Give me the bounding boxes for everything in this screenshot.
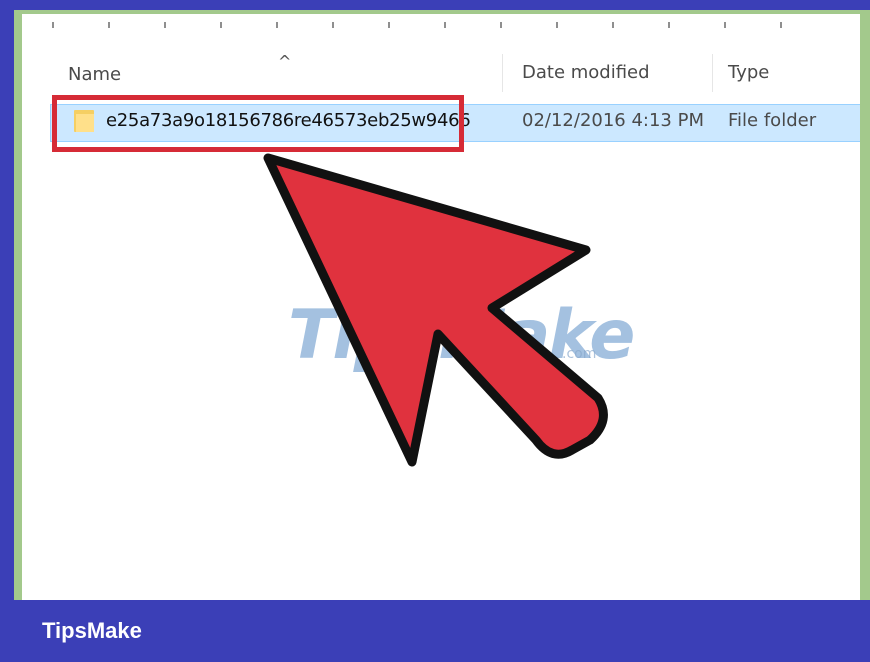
footer-bar: TipsMake (0, 600, 870, 662)
arrow-cursor-icon (263, 153, 608, 467)
footer-brand: TipsMake (42, 618, 142, 643)
screenshot-frame: ^ Name Date modified Type e25a73a9o18156… (0, 0, 870, 662)
